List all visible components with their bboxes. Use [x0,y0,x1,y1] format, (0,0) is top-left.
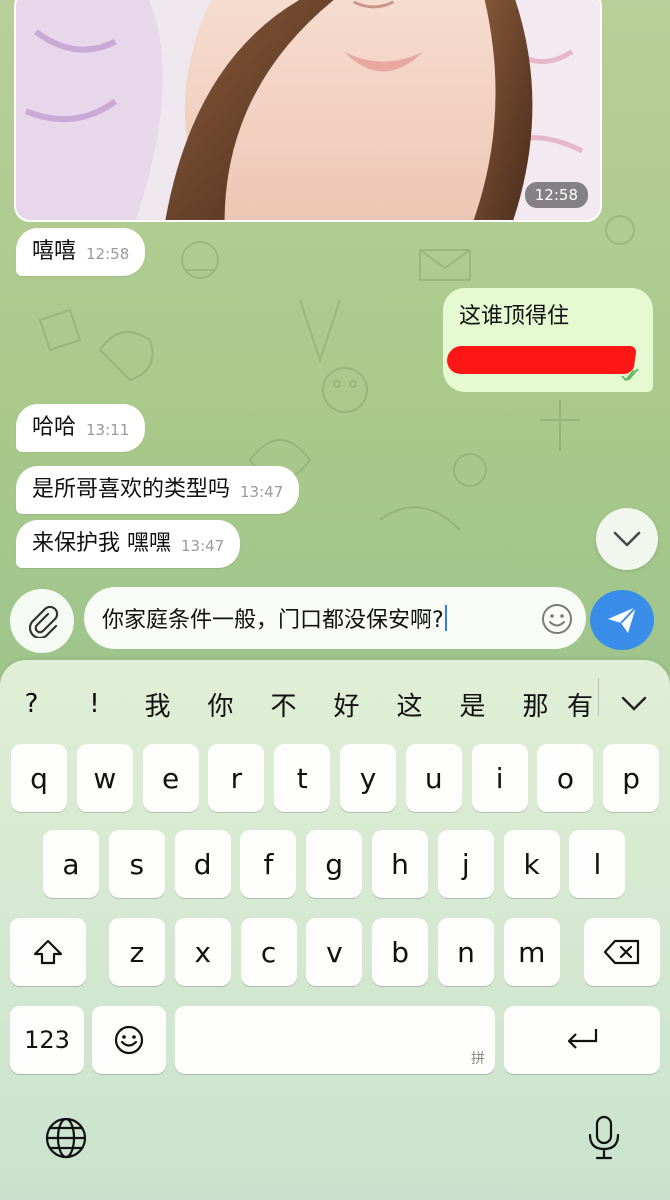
key-q[interactable]: q [11,744,67,812]
smiley-icon [114,1025,144,1055]
key-g[interactable]: g [306,830,363,898]
paperclip-icon [28,605,59,638]
key-i[interactable]: i [471,744,528,812]
key-x[interactable]: x [174,918,231,986]
candidate-separator [598,678,599,716]
key-d[interactable]: d [174,830,231,898]
candidate-bar: ?! 我你不好这是那有 [0,682,670,726]
message-bubble-incoming[interactable]: 嘻嘻 12:58 [16,228,146,277]
key-m[interactable]: m [503,918,560,986]
message-time: 13:47 [181,537,225,556]
key-s[interactable]: s [108,830,165,898]
chevron-down-icon [621,696,647,711]
key-b[interactable]: b [372,918,429,986]
key-r[interactable]: r [208,744,265,812]
key-a[interactable]: a [43,830,99,898]
key-t[interactable]: t [274,744,331,812]
backspace-icon [603,939,640,965]
collapse-candidates-button[interactable] [614,684,654,724]
candidate-word[interactable]: 这 [378,686,441,723]
candidate-word[interactable]: ? [0,689,63,719]
message-time: 12:58 [86,245,130,264]
message-text: 是所哥喜欢的类型吗 [32,477,231,502]
message-bubble-incoming[interactable]: 哈哈 13:11 [16,404,146,453]
ime-pinyin-label: 拼 [471,1051,485,1067]
candidate-word[interactable]: 不 [252,686,315,723]
key-y[interactable]: y [340,744,396,812]
candidate-word[interactable]: 我 [126,686,189,723]
key-w[interactable]: w [76,744,133,812]
space-key[interactable]: 拼 [175,1006,495,1074]
send-arrow-icon [608,606,637,633]
emoji-key[interactable] [92,1006,166,1074]
shift-arrow-icon [33,939,63,965]
key-z[interactable]: z [109,918,165,986]
candidate-word[interactable]: 那 [504,686,567,723]
candidate-word[interactable]: ! [63,689,126,719]
key-l[interactable]: l [569,830,626,898]
message-time: 13:47 [240,483,284,502]
candidate-word[interactable]: 有 [567,686,607,723]
text-caret [444,605,447,631]
attach-button[interactable] [10,589,74,653]
message-input[interactable]: 你家庭条件一般，门口都没保安啊? [84,587,586,649]
chevron-down-icon [613,531,641,547]
return-arrow-icon [567,1029,598,1049]
key-k[interactable]: k [503,830,560,898]
backspace-key[interactable] [584,918,660,986]
key-p[interactable]: p [603,744,660,812]
send-button[interactable] [590,590,654,650]
read-checkmarks-icon [621,368,639,382]
photo-image [16,0,600,220]
key-h[interactable]: h [372,830,428,898]
photo-message[interactable]: 12:58 [14,0,602,222]
numbers-key[interactable]: 123 [10,1006,84,1074]
message-text: 哈哈 [32,415,77,440]
key-j[interactable]: j [437,830,494,898]
key-n[interactable]: n [438,918,494,986]
key-c[interactable]: c [240,918,297,986]
key-o[interactable]: o [537,744,594,812]
photo-timestamp: 12:58 [524,182,588,208]
message-bubble-outgoing[interactable]: 这谁顶得住 [443,288,653,392]
key-e[interactable]: e [142,744,199,812]
smiley-icon[interactable] [540,602,574,636]
ime-keyboard: ?! 我你不好这是那有 qwertyuiop asdfghjkl zxcvbnm 12… [0,660,670,1200]
message-text: 嘻嘻 [32,239,77,264]
scroll-to-bottom-button[interactable] [596,508,658,570]
candidate-word[interactable]: 是 [441,686,504,723]
globe-icon[interactable] [42,1114,90,1162]
key-v[interactable]: v [306,918,363,986]
microphone-icon[interactable] [580,1114,628,1162]
message-input-value: 你家庭条件一般，门口都没保安啊? [102,608,444,633]
key-u[interactable]: u [405,744,462,812]
redaction-scribble [445,346,637,374]
message-text: 这谁顶得住 [459,304,570,329]
message-bubble-incoming[interactable]: 来保护我 嘿嘿 13:47 [16,520,241,569]
message-time: 13:11 [86,421,130,440]
shift-key[interactable] [10,918,86,986]
return-key[interactable] [504,1006,660,1074]
message-text: 来保护我 嘿嘿 [32,531,171,556]
candidate-word[interactable]: 好 [315,686,378,723]
candidate-word[interactable]: 你 [189,686,252,723]
key-f[interactable]: f [240,830,297,898]
message-bubble-incoming[interactable]: 是所哥喜欢的类型吗 13:47 [16,466,300,515]
